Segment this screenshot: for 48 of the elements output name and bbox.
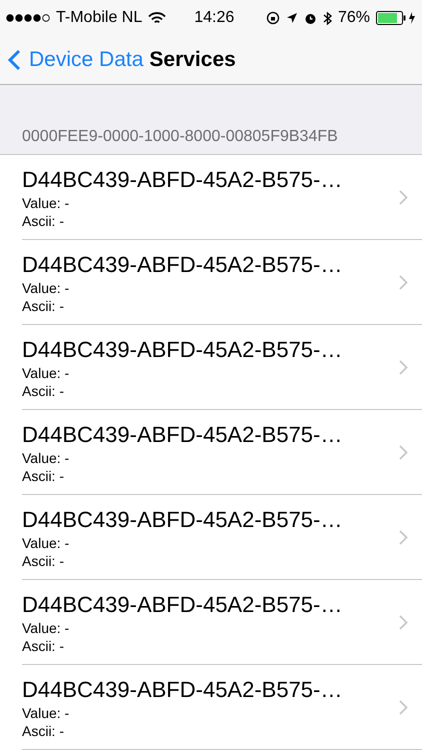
ascii-label: Ascii: - [22,722,65,740]
characteristic-row[interactable]: D44BC439-ABFD-45A2-B575-… Value: - Ascii: - [0,325,422,410]
value-label: Value: - [22,448,70,466]
status-time: 14:26 [194,9,234,27]
value-label: Value: - [22,364,70,382]
value-label: Value: - [22,194,70,212]
chevron-icon [399,190,408,205]
battery-charging-icon [376,11,416,25]
chevron-icon [399,700,408,715]
ascii-label: Ascii: - [22,552,65,570]
characteristic-uuid: D44BC439-ABFD-45A2-B575-… [22,420,344,448]
rotation-lock-icon [266,11,280,25]
back-chevron-icon [8,49,21,71]
wifi-icon [148,12,166,24]
ascii-label: Ascii: - [22,636,65,654]
value-label: Value: - [22,704,70,722]
characteristic-row[interactable]: D44BC439-ABFD-45A2-B575-… Value: - Ascii: - [0,580,422,665]
carrier-name: T-Mobile NL [56,9,142,27]
screen-title: Services [149,48,236,72]
chevron-icon [399,530,408,545]
ascii-label: Ascii: - [22,466,65,484]
value-label: Value: - [22,534,70,552]
characteristic-uuid: D44BC439-ABFD-45A2-B575-… [22,336,344,364]
characteristic-uuid: D44BC439-ABFD-45A2-B575-… [22,506,344,534]
characteristic-uuid: D44BC439-ABFD-45A2-B575-… [22,676,344,704]
value-label: Value: - [22,618,70,636]
characteristic-uuid: D44BC439-ABFD-45A2-B575-… [22,250,344,278]
alarm-icon [304,12,317,24]
characteristic-row[interactable]: D44BC439-ABFD-45A2-B575-… Value: - Ascii: - [0,410,422,495]
characteristic-row[interactable]: D44BC439-ABFD-45A2-B575-… Value: - Ascii: - [0,495,422,580]
chevron-icon [399,445,408,460]
ascii-label: Ascii: - [22,382,65,400]
battery-percent: 76% [338,9,370,27]
characteristic-uuid: D44BC439-ABFD-45A2-B575-… [22,590,344,618]
chevron-icon [399,360,408,375]
ascii-label: Ascii: - [22,296,65,314]
characteristic-row[interactable]: D44BC439-ABFD-45A2-B575-… Value: - Ascii: - [0,665,422,750]
location-icon [286,12,298,24]
ascii-label: Ascii: - [22,212,65,230]
chevron-icon [399,275,408,290]
characteristic-row[interactable]: D44BC439-ABFD-45A2-B575-… Value: - Ascii: - [0,155,422,240]
bluetooth-icon [322,10,332,26]
chevron-icon [399,615,408,630]
characteristic-uuid: D44BC439-ABFD-45A2-B575-… [22,166,344,194]
section-header: 0000FEE9-0000-1000-8000-00805F9B34FB [22,128,338,146]
signal-icon [6,14,50,22]
characteristic-row[interactable]: D44BC439-ABFD-45A2-B575-… Value: - Ascii: - [0,240,422,325]
value-label: Value: - [22,278,70,296]
